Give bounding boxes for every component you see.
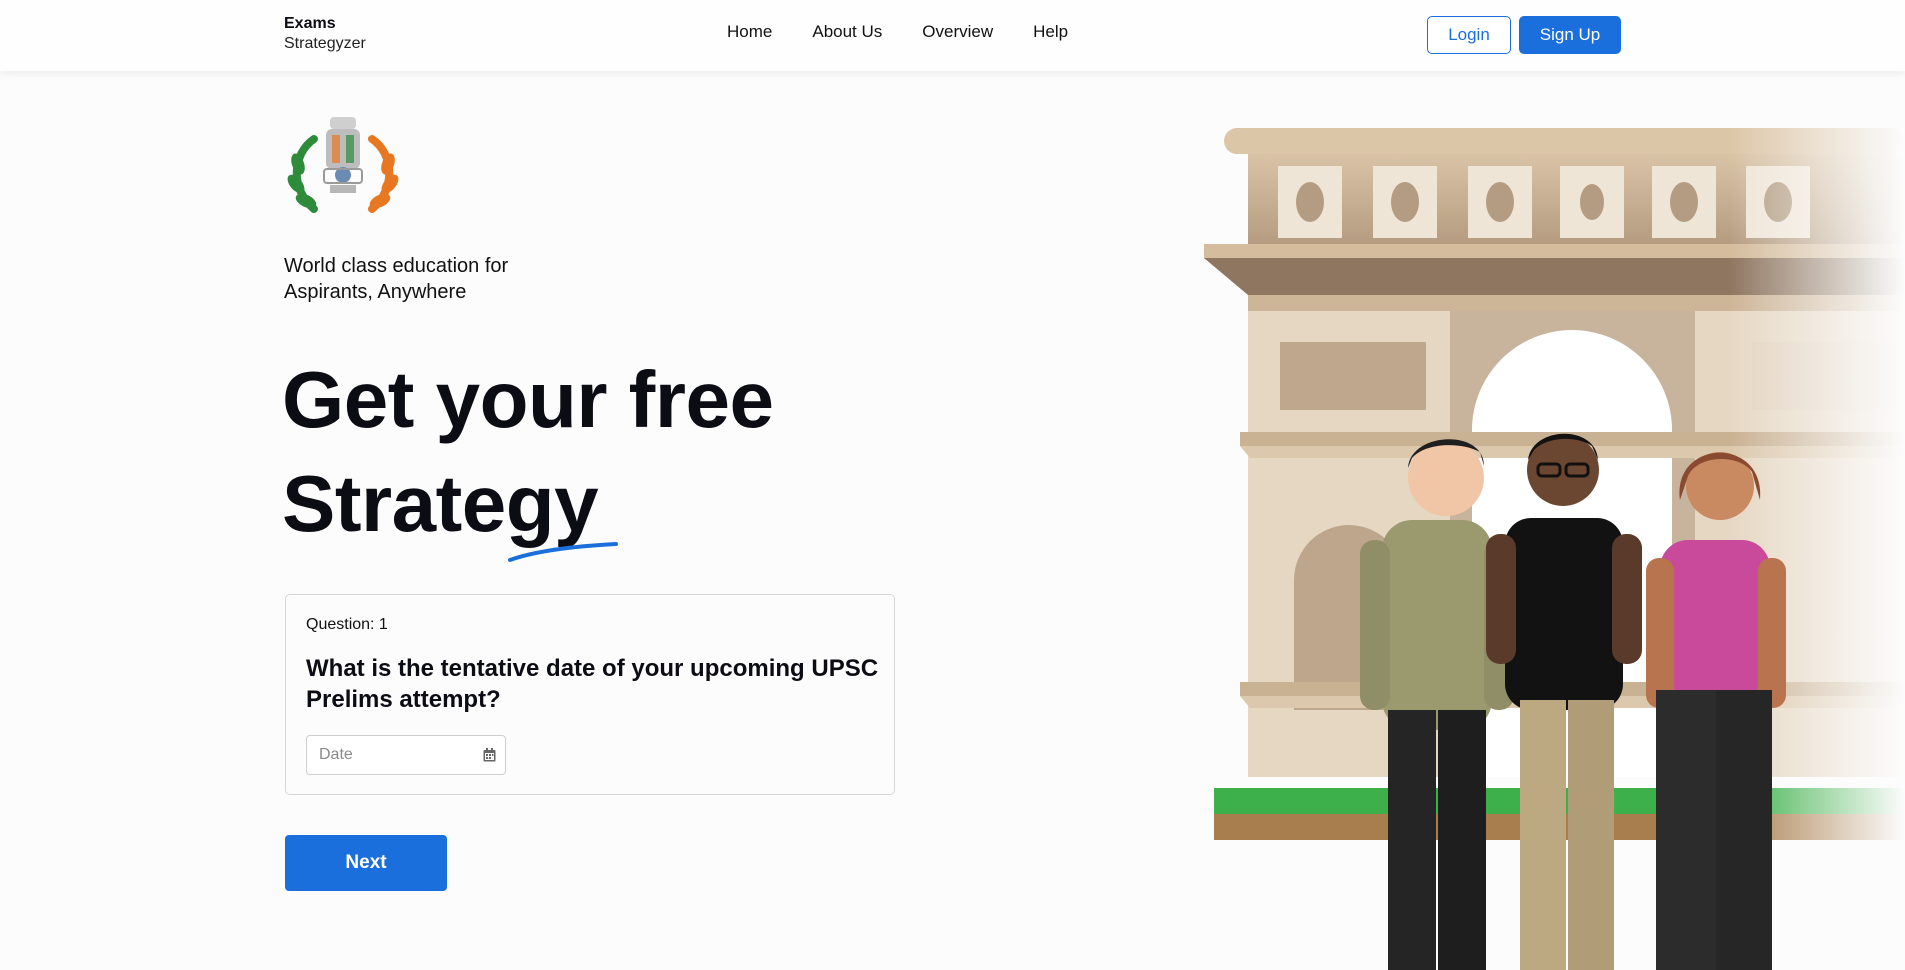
nav-link-home[interactable]: Home	[727, 22, 772, 42]
nav-link-overview[interactable]: Overview	[922, 22, 993, 42]
nav-link-about-us[interactable]: About Us	[812, 22, 882, 42]
question-card: Question: 1 What is the tentative date o…	[285, 594, 895, 795]
date-input[interactable]	[307, 736, 477, 774]
hero-headline: Get your free Strategy	[282, 348, 774, 556]
signup-button[interactable]: Sign Up	[1519, 16, 1621, 54]
main-nav: Home About Us Overview Help	[727, 22, 1068, 42]
nav-link-help[interactable]: Help	[1033, 22, 1068, 42]
headline-underline-swoosh	[508, 542, 618, 562]
hero-illustration	[1200, 120, 1905, 970]
question-text: What is the tentative date of your upcom…	[306, 655, 879, 713]
question-number: Question: 1	[306, 616, 388, 633]
headline-line-1: Get your free	[282, 355, 774, 444]
top-navbar: Exams Strategyzer Home About Us Overview…	[0, 0, 1905, 71]
brand-name-top: Exams	[284, 15, 336, 32]
calendar-icon[interactable]	[483, 748, 496, 762]
next-button[interactable]: Next	[285, 835, 447, 891]
login-button[interactable]: Login	[1427, 16, 1511, 54]
national-emblem-icon	[284, 109, 402, 219]
brand-logo[interactable]: Exams Strategyzer	[284, 14, 366, 54]
hero-tagline: World class education for Aspirants, Any…	[284, 255, 509, 303]
brand-name-bottom: Strategyzer	[284, 35, 366, 52]
date-field[interactable]	[306, 735, 506, 775]
